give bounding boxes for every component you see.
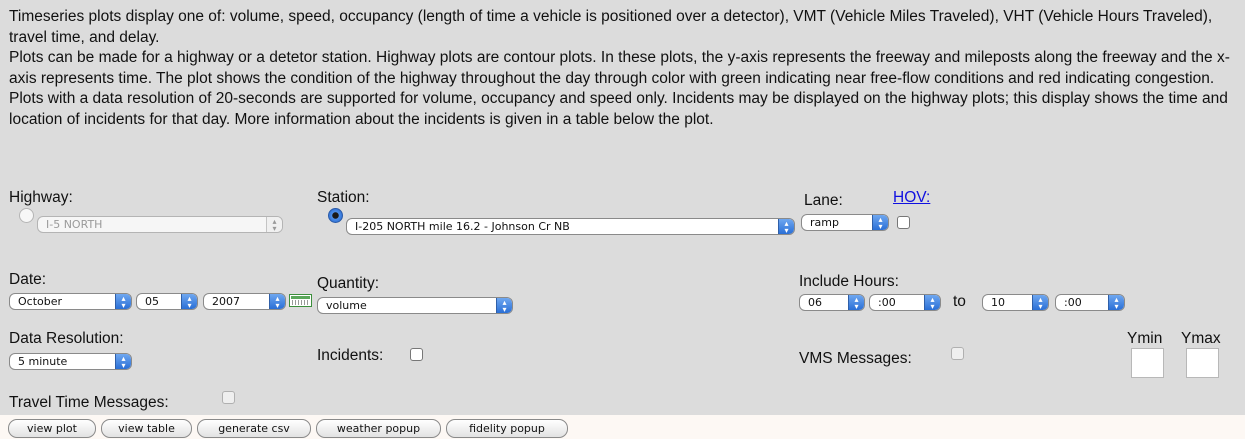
chevron-updown-icon: ▴ ▾ [181,294,197,309]
view-table-button[interactable]: view table [101,419,192,438]
chevron-updown-icon: ▴ ▾ [778,219,794,234]
vms-messages-label: VMS Messages: [799,350,912,367]
station-radio[interactable] [328,208,343,223]
description-paragraph-2: Plots can be made for a highway or a det… [9,49,1230,128]
highway-radio[interactable] [19,208,34,223]
ymin-label: Ymin [1127,330,1163,347]
chevron-updown-icon: ▴ ▾ [266,217,282,232]
station-label: Station: [317,189,370,206]
chevron-updown-icon: ▴ ▾ [1032,295,1048,310]
from-minute-select[interactable]: :00 ▴ ▾ [869,294,941,311]
chevron-updown-icon: ▴ ▾ [872,215,888,230]
chevron-updown-icon: ▴ ▾ [496,298,512,313]
description-paragraph-1: Timeseries plots display one of: volume,… [9,8,1213,46]
weather-popup-button[interactable]: weather popup [316,419,441,438]
travel-time-messages-label: Travel Time Messages: [9,394,169,411]
incidents-label: Incidents: [317,347,384,364]
chevron-updown-icon: ▴ ▾ [848,295,864,310]
hov-checkbox[interactable] [897,216,910,229]
hov-link[interactable]: HOV: [893,189,930,207]
lane-select[interactable]: ramp ▴ ▾ [801,214,889,231]
highway-label: Highway: [9,189,73,206]
station-select[interactable]: I-205 NORTH mile 16.2 - Johnson Cr NB ▴ ▾ [346,218,795,235]
generate-csv-button[interactable]: generate csv [197,419,311,438]
to-minute-select[interactable]: :00 ▴ ▾ [1055,294,1125,311]
chevron-updown-icon: ▴ ▾ [1108,295,1124,310]
ymin-input[interactable] [1131,348,1164,378]
travel-time-messages-checkbox[interactable] [222,391,235,404]
ymax-label: Ymax [1181,330,1221,347]
date-day-select[interactable]: 05 ▴ ▾ [136,293,198,310]
query-form-panel: Timeseries plots display one of: volume,… [0,0,1245,415]
quantity-select[interactable]: volume ▴ ▾ [317,297,513,314]
chevron-updown-icon: ▴ ▾ [115,294,131,309]
date-month-select[interactable]: October ▴ ▾ [9,293,132,310]
calendar-icon[interactable] [289,294,312,307]
incidents-checkbox[interactable] [410,348,423,361]
lane-label: Lane: [804,192,843,209]
chevron-updown-icon: ▴ ▾ [924,295,940,310]
data-resolution-select[interactable]: 5 minute ▴ ▾ [9,353,132,370]
hours-to-text: to [953,293,966,310]
fidelity-popup-button[interactable]: fidelity popup [446,419,568,438]
vms-messages-checkbox[interactable] [951,347,964,360]
to-hour-select[interactable]: 10 ▴ ▾ [982,294,1049,311]
chevron-updown-icon: ▴ ▾ [115,354,131,369]
date-year-select[interactable]: 2007 ▴ ▾ [203,293,286,310]
include-hours-label: Include Hours: [799,273,899,290]
ymax-input[interactable] [1186,348,1219,378]
highway-select[interactable]: I-5 NORTH ▴ ▾ [37,216,283,233]
view-plot-button[interactable]: view plot [8,419,96,438]
quantity-label: Quantity: [317,275,380,292]
description: Timeseries plots display one of: volume,… [9,7,1234,130]
data-resolution-label: Data Resolution: [9,330,124,347]
chevron-updown-icon: ▴ ▾ [269,294,285,309]
date-label: Date: [9,271,47,288]
from-hour-select[interactable]: 06 ▴ ▾ [799,294,865,311]
